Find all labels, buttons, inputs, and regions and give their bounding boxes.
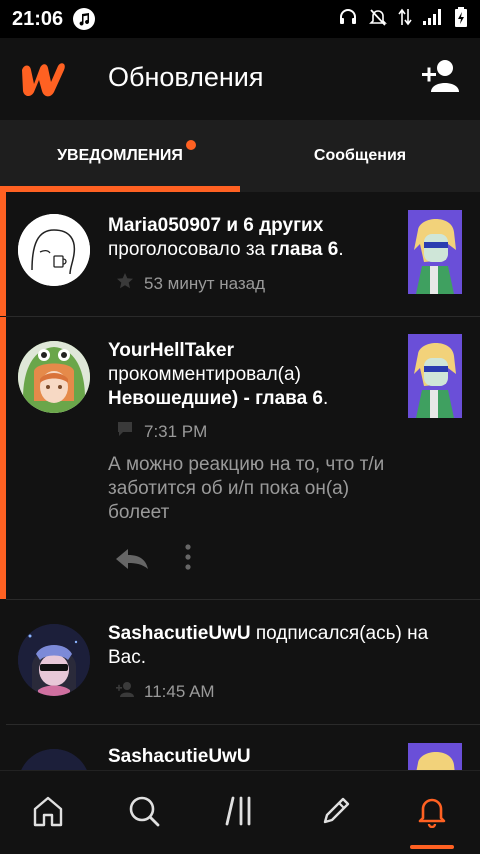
reply-icon[interactable]	[114, 547, 150, 576]
home-icon	[31, 794, 65, 833]
notification-user[interactable]: SashacutieUwU	[108, 623, 251, 644]
nav-home[interactable]	[0, 771, 96, 854]
notification-item[interactable]: SashacutieUwU	[0, 725, 480, 770]
notification-user[interactable]: YourHellTaker	[108, 340, 234, 361]
tab-bar: УВЕДОМЛЕНИЯ Сообщения	[0, 120, 480, 192]
tab-messages[interactable]: Сообщения	[240, 120, 480, 192]
write-icon	[319, 794, 353, 833]
nav-write[interactable]	[288, 771, 384, 854]
headphones-icon	[338, 7, 358, 32]
wattpad-logo-icon[interactable]	[18, 58, 68, 103]
notification-action: прокомментировал(а)	[108, 364, 301, 385]
notification-text: SashacutieUwU подписался(ась) на Вас.	[108, 622, 458, 670]
music-app-icon	[73, 8, 96, 30]
bell-icon	[415, 794, 449, 833]
bottom-navigation	[0, 770, 480, 854]
notification-time: 53 минут назад	[144, 273, 266, 293]
notification-meta: 11:45 AM	[116, 680, 215, 703]
nav-notifications[interactable]	[384, 771, 480, 854]
notification-time: 7:31 PM	[144, 421, 208, 441]
notification-text: YourHellTaker прокомментировал(а) Невоше…	[108, 339, 398, 411]
notification-meta: 53 минут назад	[116, 272, 265, 295]
comment-preview: А можно реакцию на то, что т/и заботится…	[108, 454, 385, 523]
tab-notifications-label: УВЕДОМЛЕНИЯ	[57, 147, 183, 164]
notification-list[interactable]: Maria050907 и 6 других проголосовало за …	[0, 192, 480, 770]
data-arrows-icon	[398, 7, 412, 32]
story-cover-thumbnail[interactable]	[408, 743, 462, 770]
notification-user[interactable]: Maria050907 и 6 других	[108, 215, 323, 236]
signal-icon	[422, 8, 444, 31]
unread-indicator	[0, 317, 6, 599]
notification-item[interactable]: SashacutieUwU подписался(ась) на Вас. 11…	[0, 600, 480, 724]
follower-icon	[116, 680, 134, 703]
unread-dot	[186, 140, 196, 150]
notification-suffix: .	[338, 239, 344, 260]
add-friend-icon[interactable]	[420, 58, 462, 99]
tab-messages-label: Сообщения	[313, 147, 407, 164]
notification-user[interactable]: SashacutieUwU	[108, 746, 251, 767]
nav-active-indicator	[410, 845, 454, 849]
story-cover-thumbnail[interactable]	[408, 210, 462, 294]
notification-text: SashacutieUwU	[108, 745, 398, 769]
avatar[interactable]	[18, 214, 90, 286]
notification-action: проголосовало за	[108, 239, 266, 260]
comment-icon	[116, 421, 134, 442]
nav-library[interactable]	[192, 771, 288, 854]
avatar[interactable]	[18, 341, 90, 413]
more-options-icon[interactable]	[184, 543, 192, 576]
search-icon	[127, 794, 161, 833]
unread-indicator	[0, 192, 6, 316]
notification-time: 11:45 AM	[144, 681, 215, 701]
notification-meta: 7:31 PM	[116, 421, 207, 442]
notification-item[interactable]: YourHellTaker прокомментировал(а) Невоше…	[0, 317, 480, 599]
tab-notifications[interactable]: УВЕДОМЛЕНИЯ	[0, 120, 240, 192]
story-cover-thumbnail[interactable]	[408, 334, 462, 418]
notification-text: Maria050907 и 6 других проголосовало за …	[108, 214, 398, 262]
status-time: 21:06	[12, 7, 64, 30]
avatar[interactable]	[18, 749, 90, 770]
battery-icon	[454, 6, 468, 33]
star-icon	[116, 272, 134, 295]
notification-target[interactable]: глава 6	[270, 239, 338, 260]
nav-search[interactable]	[96, 771, 192, 854]
page-title: Обновления	[108, 62, 264, 92]
mute-icon	[368, 7, 388, 32]
app-bar: Обновления	[0, 38, 480, 120]
status-bar: 21:06	[0, 0, 480, 38]
library-icon	[223, 794, 257, 833]
notification-suffix: .	[323, 388, 329, 409]
notification-item[interactable]: Maria050907 и 6 других проголосовало за …	[0, 192, 480, 316]
avatar[interactable]	[18, 624, 90, 696]
notification-target[interactable]: Невошедшие) - глава 6	[108, 388, 323, 409]
